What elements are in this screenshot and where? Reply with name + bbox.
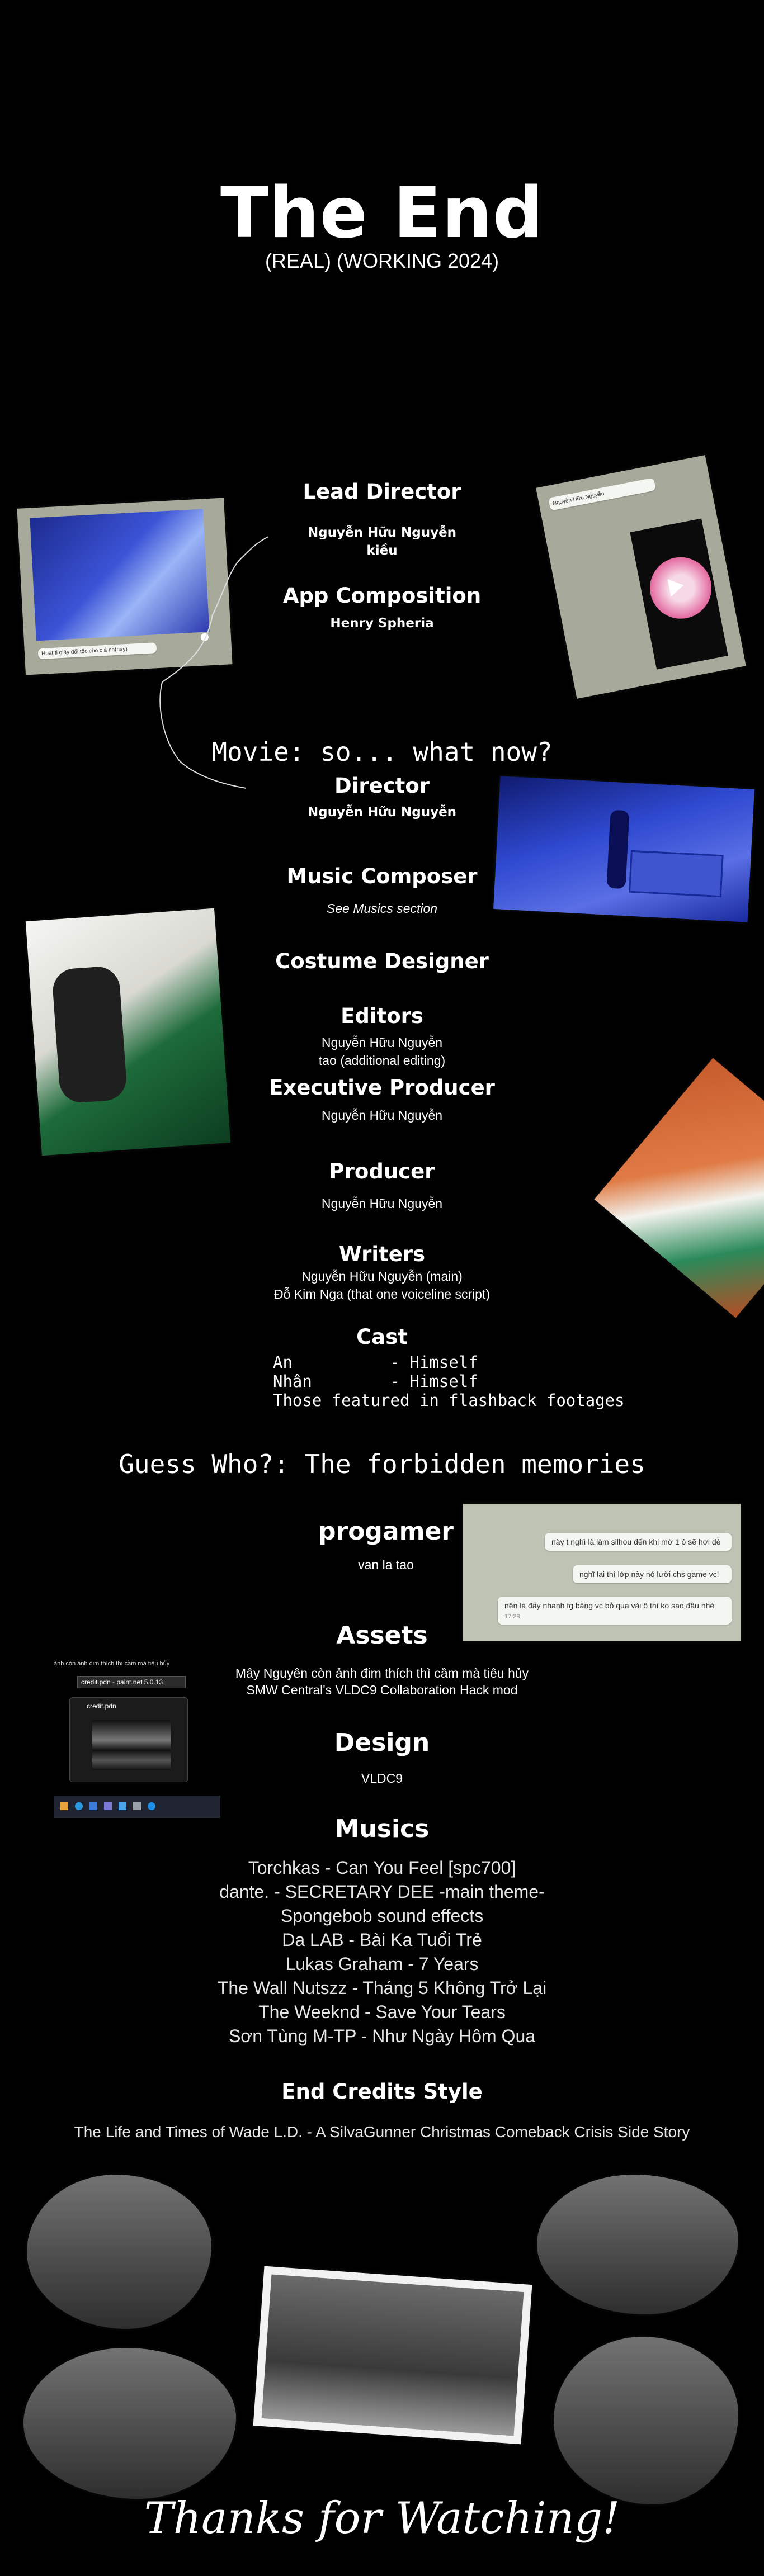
- class-photo-bottom-right: [554, 2337, 738, 2504]
- end-credits-line: The Life and Times of Wade L.D. - A Silv…: [74, 2123, 690, 2141]
- class-photo-top-right: [537, 2175, 738, 2314]
- writers-line-1: Nguyễn Hữu Nguyễn (main): [301, 1269, 463, 1284]
- chat-bubble-1: này t nghĩ là làm silhou đến khi mờ 1 ô …: [545, 1533, 732, 1551]
- music-track: The Weeknd - Save Your Tears: [258, 2002, 506, 2022]
- taskbar-app-icon-6: [133, 1802, 141, 1810]
- photo-blue-room: [493, 776, 754, 922]
- music-track: dante. - SECRETARY DEE -main theme-: [219, 1882, 545, 1902]
- heading-writers: Writers: [338, 1242, 426, 1266]
- executive-producer-name: Nguyễn Hữu Nguyễn: [321, 1108, 443, 1123]
- chat-bubble-3-text: nên là đấy nhanh tg bằng vc bỏ qua vài ô…: [504, 1601, 715, 1610]
- cast-list: An - Himself Nhân - Himself Those featur…: [273, 1353, 625, 1410]
- editors-line-2: tao (additional editing): [318, 1053, 446, 1068]
- phone-caption: Nguyễn Hữu Nguyễn: [548, 477, 656, 511]
- chat-bubble-3: nên là đấy nhanh tg bằng vc bỏ qua vài ô…: [498, 1597, 732, 1625]
- taskbar-app-icon-1: [60, 1802, 68, 1810]
- heading-assets: Assets: [336, 1621, 428, 1650]
- heading-editors: Editors: [341, 1004, 423, 1028]
- heading-music-composer: Music Composer: [286, 864, 478, 888]
- music-track: The Wall Nutszz - Tháng 5 Không Trở Lại: [217, 1978, 547, 1998]
- thanks-for-watching: Thanks for Watching!: [144, 2493, 620, 2544]
- music-track: Lukas Graham - 7 Years: [285, 1954, 479, 1974]
- heading-musics: Musics: [334, 1815, 430, 1843]
- class-photo-center-image: [261, 2274, 524, 2436]
- class-photo-center: [253, 2266, 532, 2445]
- chat-time: 17:28: [504, 1613, 520, 1620]
- music-track: Spongebob sound effects: [280, 1906, 484, 1926]
- heading-producer: Producer: [329, 1159, 435, 1183]
- music-track: Sơn Tùng M-TP - Như Ngày Hôm Qua: [228, 2026, 536, 2046]
- taskbar-tooltip: credit.pdn - paint.net 5.0.13: [77, 1676, 186, 1688]
- heading-end-credits: End Credits Style: [281, 2080, 483, 2104]
- chat-bubble-2: nghĩ lại thì lớp này nó lười chs game vc…: [573, 1565, 732, 1583]
- taskbar-app-icon-2: [75, 1802, 83, 1810]
- music-track: Torchkas - Can You Feel [spc700]: [248, 1858, 516, 1878]
- taskbar-app-icon-4: [104, 1802, 112, 1810]
- heading-cast: Cast: [356, 1325, 408, 1349]
- editors-line-1: Nguyễn Hữu Nguyễn: [321, 1035, 443, 1050]
- class-photo-top-left: [27, 2175, 211, 2329]
- taskbar-app-icon-5: [119, 1802, 126, 1810]
- design-name: VLDC9: [361, 1771, 403, 1786]
- page-title: The End: [220, 172, 544, 254]
- producer-name: Nguyễn Hữu Nguyễn: [321, 1196, 443, 1211]
- page-subtitle: (REAL) (WORKING 2024): [265, 249, 499, 272]
- music-track: Da LAB - Bài Ka Tuổi Trẻ: [282, 1930, 482, 1950]
- heading-costume-designer: Costume Designer: [275, 949, 489, 973]
- taskbar-caption: ảnh còn ảnh đim thích thì cầm mà tiêu hủ…: [54, 1660, 170, 1667]
- writers-line-2: Đỗ Kim Nga (that one voiceline script): [273, 1287, 491, 1301]
- music-composer-note: See Musics section: [326, 901, 438, 916]
- heading-guess-who: Guess Who?: The forbidden memories: [119, 1449, 645, 1479]
- heading-movie: Movie: so... what now?: [211, 737, 553, 767]
- taskbar-app-icon-3: [89, 1802, 97, 1810]
- class-photo-bottom-left: [23, 2348, 236, 2499]
- photo-caption: Hoát ti giây đối tốc cho c á nh(hay): [37, 642, 157, 660]
- heading-executive-producer: Executive Producer: [269, 1076, 495, 1100]
- taskbar-app-icon-7: [148, 1802, 155, 1810]
- thumbnail-title: credit.pdn: [87, 1702, 116, 1710]
- heading-design: Design: [334, 1729, 430, 1757]
